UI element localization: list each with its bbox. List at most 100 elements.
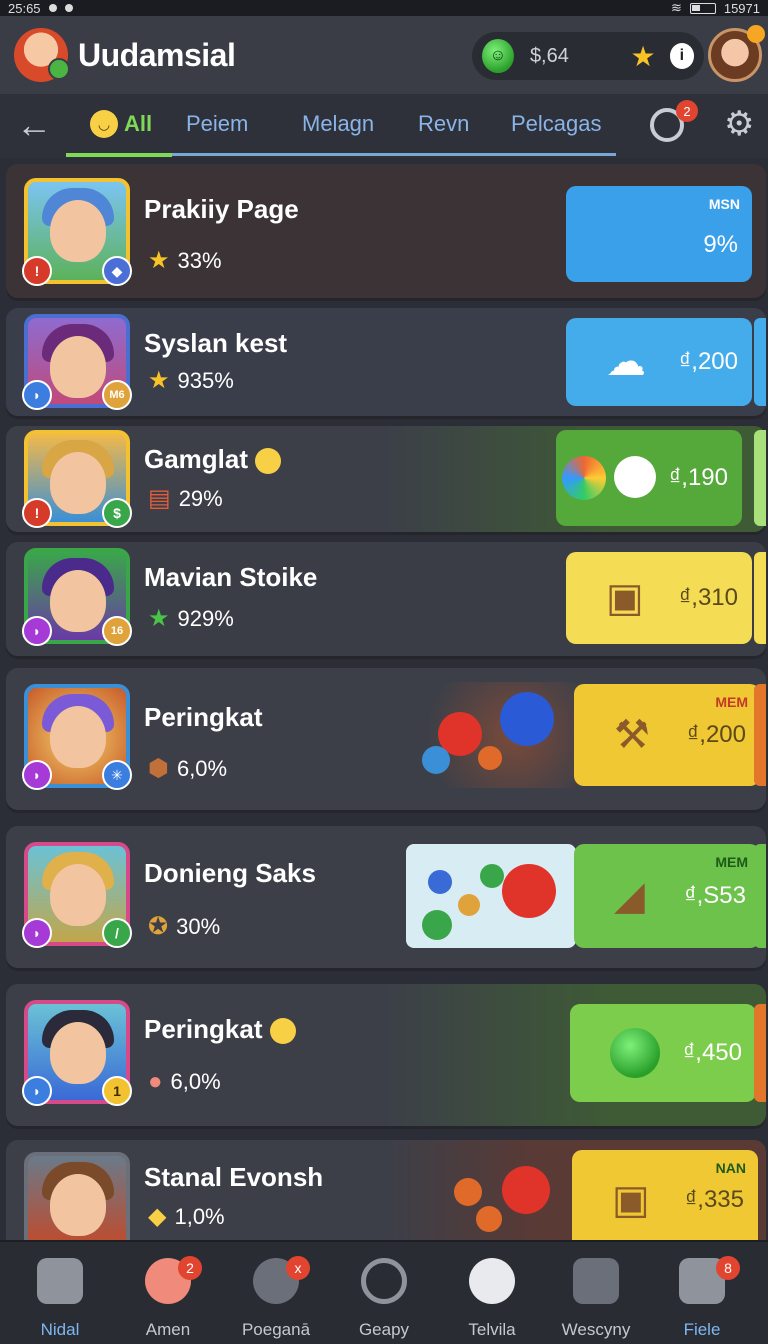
nav-label: Nidal — [40, 1320, 80, 1339]
x-ball-icon — [428, 870, 452, 894]
shield-badge-icon: ◆ — [102, 256, 132, 286]
player-stat: ● 6,0% — [148, 1068, 221, 1096]
reward-button[interactable]: MEM ⚒ ₫,200 — [574, 684, 760, 786]
tab-melagn[interactable]: Melagn — [302, 94, 374, 154]
reward-button[interactable]: ☁ ₫,200 — [566, 318, 752, 406]
list-item[interactable]: ◗ / Donieng Saks ✪ 30% MEM ◢ ₫,S53 — [6, 826, 766, 968]
history-badge: 2 — [676, 100, 698, 122]
name-text: Peringkat — [144, 1014, 263, 1044]
notification-dot-icon — [48, 4, 57, 12]
ghost-icon — [614, 456, 656, 498]
nav-label: Geapy — [358, 1320, 410, 1339]
red-ball-icon — [502, 864, 556, 918]
list-item[interactable]: Stanal Evonsh ◆ 1,0% NAN ▣ ₫,335 — [6, 1140, 766, 1240]
reward-value: ₫,200 — [678, 348, 738, 375]
name-text: Gamglat — [144, 444, 249, 474]
tab-label: All — [124, 111, 153, 136]
player-name: Stanal Evonsh — [144, 1162, 324, 1192]
back-arrow-icon[interactable]: ← — [16, 106, 56, 146]
tab-label: Pelcagas — [511, 111, 602, 136]
status-time: 25:65 — [8, 0, 41, 16]
list-item[interactable]: ! $ Gamglat ▤ 29% ₫,190 — [6, 426, 766, 532]
list-item[interactable]: ◗ M6 Syslan kest ★ 935% ☁ ₫,200 — [6, 308, 766, 416]
player-name: Donieng Saks — [144, 858, 316, 888]
x-ball-icon — [476, 1206, 502, 1232]
smiley-icon: ◡ — [90, 110, 118, 138]
leaderboard-list[interactable]: ! ◆ Prakiiy Page ★ 33% MSN 9% ◗ M6 Sysla… — [0, 160, 768, 1240]
card-edge — [754, 844, 766, 948]
reward-button[interactable]: ₫,190 — [556, 430, 742, 526]
level-badge-icon: 1 — [102, 1076, 132, 1106]
emoji-icon — [269, 1018, 296, 1045]
card-edge — [754, 552, 766, 644]
stat-value: 935% — [177, 367, 234, 393]
medal-icon: ✪ — [148, 913, 169, 940]
wallet-amount: $,64 — [529, 44, 569, 67]
nav-item-fiele[interactable]: 8 Fiele — [650, 1252, 754, 1342]
list-item[interactable]: ◗ ✳ Peringkat ⬢ 6,0% MEM ⚒ ₫,200 — [6, 668, 766, 810]
pig-icon: ● — [148, 1068, 163, 1095]
nav-item-telvila[interactable]: Telvila — [440, 1252, 544, 1342]
x-ball-icon — [480, 864, 504, 888]
n-ball-icon — [422, 910, 452, 940]
player-stat: ★ 935% — [148, 366, 234, 395]
blue-ball-icon — [500, 692, 554, 746]
player-stat: ◆ 1,0% — [148, 1202, 225, 1231]
reward-button[interactable]: MSN 9% — [566, 186, 752, 282]
list-item[interactable]: ! ◆ Prakiiy Page ★ 33% MSN 9% — [6, 164, 766, 298]
tab-peiem[interactable]: Peiem — [186, 94, 248, 154]
reward-value: ₫,450 — [682, 1039, 742, 1066]
nav-badge: x — [286, 1256, 310, 1280]
stat-value: 29% — [178, 485, 223, 511]
reward-button[interactable]: ₫,450 — [570, 1004, 756, 1102]
settings-gear-icon[interactable]: ⚙ — [724, 104, 754, 144]
game-art-image — [418, 682, 578, 788]
star-icon[interactable]: ★ — [630, 40, 655, 73]
app-title: Uudamsial — [78, 36, 236, 73]
level-badge-icon: 16 — [102, 616, 132, 646]
tab-pelcagas[interactable]: Pelcagas — [511, 94, 602, 154]
nav-item-wescyny[interactable]: Wescyny — [544, 1252, 648, 1342]
profile-avatar[interactable] — [708, 25, 765, 82]
card-edge — [754, 430, 766, 526]
game-art-image — [406, 844, 576, 948]
character-portrait — [24, 1152, 130, 1240]
nav-item-geapy[interactable]: Geapy — [332, 1252, 436, 1342]
nav-item-amen[interactable]: 2 Amen — [116, 1252, 220, 1342]
snow-badge-icon: ✳ — [102, 760, 132, 790]
fire-badge-icon: ! — [22, 498, 52, 528]
player-name: Syslan kest — [144, 328, 288, 358]
stat-value: 929% — [177, 605, 234, 631]
bottom-navigation: Nidal 2 Amen x Poeganā Geapy Telvila Wes… — [0, 1240, 768, 1344]
reward-button[interactable]: ▣ ₫,310 — [566, 552, 752, 644]
card-edge — [754, 684, 766, 786]
nav-item-nidal[interactable]: Nidal — [8, 1252, 112, 1342]
info-icon[interactable]: i — [669, 43, 694, 69]
notification-dot-icon — [64, 4, 73, 12]
x-ball-icon — [422, 746, 450, 774]
list-item[interactable]: ◗ 1 Peringkat ● 6,0% ₫,450 — [6, 984, 766, 1126]
compass-icon — [361, 1258, 407, 1304]
player-stat: ⬢ 6,0% — [148, 754, 227, 783]
tab-revn[interactable]: Revn — [418, 94, 469, 154]
character-portrait: ◗ ✳ — [22, 684, 132, 790]
x-ball-icon — [478, 746, 502, 770]
tab-label: Peiem — [186, 111, 249, 136]
nav-item-poegana[interactable]: x Poeganā — [224, 1252, 328, 1342]
wallet-bar[interactable]: ☺ $,64 ★ i — [472, 32, 704, 80]
reward-tag: MEM — [715, 694, 748, 710]
list-item[interactable]: ◗ 16 Mavian Stoike ★ 929% ▣ ₫,310 — [6, 542, 766, 656]
ghost-icon: ☁ — [606, 340, 646, 384]
dollar-badge-icon: $ — [102, 498, 132, 528]
reward-button[interactable]: MEM ◢ ₫,S53 — [574, 844, 760, 948]
reward-tag: NAN — [715, 1160, 746, 1176]
app-header: Uudamsial ☺ $,64 ★ i — [0, 16, 768, 94]
card-edge — [754, 318, 766, 406]
game-art-image — [418, 1150, 572, 1240]
tab-underline — [172, 153, 616, 156]
magic-badge-icon: ◗ — [22, 918, 52, 948]
tab-all[interactable]: ◡ All — [90, 94, 152, 154]
reward-button[interactable]: NAN ▣ ₫,335 — [572, 1150, 758, 1240]
player-name: Peringkat — [144, 1014, 296, 1045]
character-portrait: ! $ — [22, 430, 132, 528]
